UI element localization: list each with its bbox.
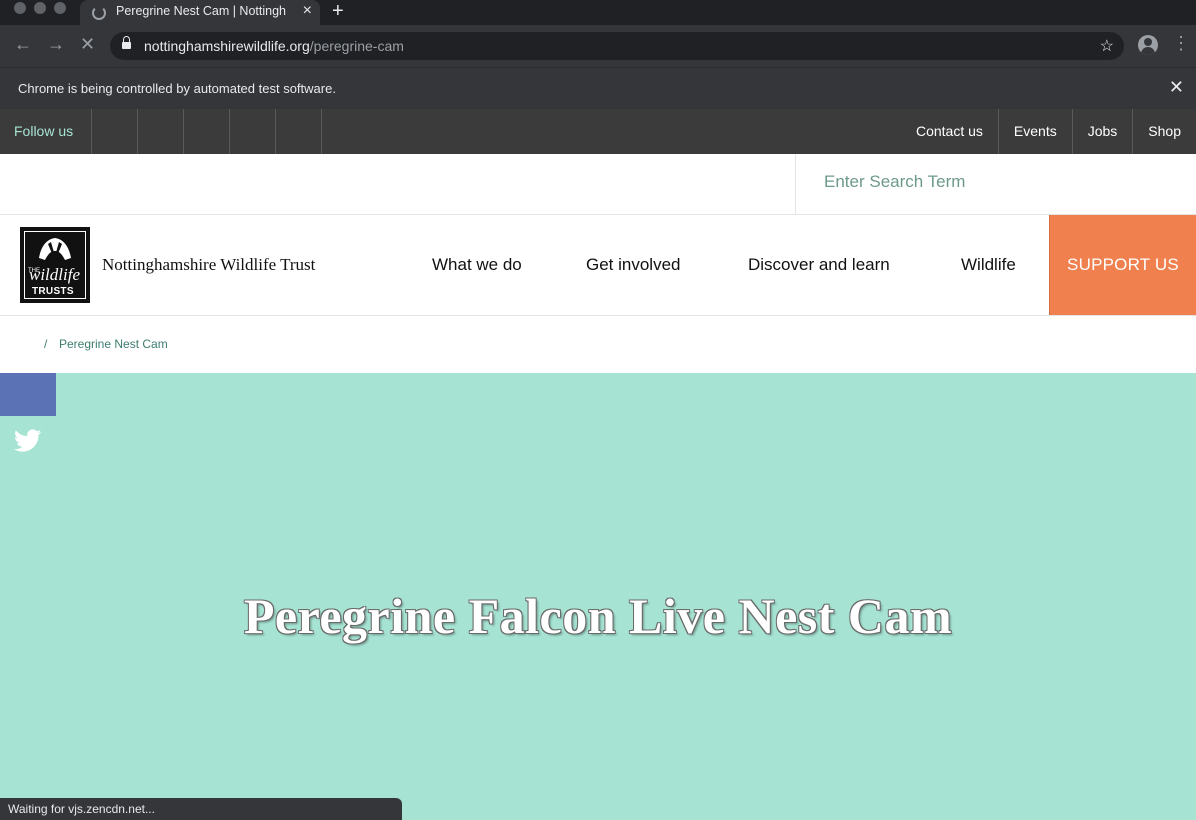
- search-box: [795, 154, 1196, 214]
- badger-icon: [39, 238, 71, 260]
- support-us-button[interactable]: SUPPORT US: [1049, 215, 1196, 315]
- tab-close-icon[interactable]: ×: [303, 2, 312, 20]
- minimize-window-button[interactable]: [34, 2, 46, 14]
- star-icon[interactable]: ☆: [1100, 36, 1114, 56]
- page-title: Peregrine Falcon Live Nest Cam: [243, 588, 953, 644]
- facebook-share-button[interactable]: [0, 373, 56, 416]
- browser-tab[interactable]: Peregrine Nest Cam | Nottingh ×: [80, 0, 320, 25]
- social-link[interactable]: [230, 109, 276, 154]
- automation-infobar: Chrome is being controlled by automated …: [0, 67, 1196, 109]
- loading-spinner-icon: [92, 6, 106, 20]
- top-links: Contact us Events Jobs Shop: [901, 109, 1196, 154]
- breadcrumb-separator: /: [44, 337, 48, 351]
- site-topbar: Follow us Contact us Events Jobs Shop: [0, 109, 1196, 154]
- new-tab-icon[interactable]: +: [332, 0, 344, 23]
- url-path: /peregrine-cam: [309, 38, 404, 54]
- social-link[interactable]: [92, 109, 138, 154]
- nav-discover-and-learn[interactable]: Discover and learn: [748, 255, 890, 275]
- close-icon[interactable]: ✕: [1169, 77, 1184, 98]
- org-name[interactable]: Nottinghamshire Wildlife Trust: [102, 255, 315, 275]
- shop-link[interactable]: Shop: [1132, 109, 1196, 154]
- browser-tab-strip: Peregrine Nest Cam | Nottingh × +: [0, 0, 1196, 25]
- url-domain: nottinghamshirewildlife.org: [144, 38, 310, 54]
- logo-text-trusts: TRUSTS: [32, 286, 74, 297]
- tab-title: Peregrine Nest Cam | Nottingh: [116, 4, 286, 18]
- profile-icon[interactable]: [1138, 35, 1158, 55]
- nav-what-we-do[interactable]: What we do: [432, 255, 522, 275]
- forward-icon[interactable]: →: [47, 34, 65, 55]
- social-link[interactable]: [138, 109, 184, 154]
- status-text: Waiting for vjs.zencdn.net...: [8, 802, 155, 816]
- hero-banner: Peregrine Falcon Live Nest Cam: [0, 373, 1196, 820]
- back-icon[interactable]: ←: [14, 34, 32, 55]
- jobs-link[interactable]: Jobs: [1071, 109, 1133, 154]
- contact-us-link[interactable]: Contact us: [901, 109, 998, 154]
- social-link[interactable]: [184, 109, 230, 154]
- menu-icon[interactable]: ⋮: [1172, 34, 1190, 52]
- stop-icon[interactable]: ✕: [80, 34, 95, 55]
- address-bar[interactable]: nottinghamshirewildlife.org/peregrine-ca…: [110, 32, 1124, 60]
- logo-text-wildlife: wildlife: [29, 265, 80, 284]
- social-link[interactable]: [276, 109, 322, 154]
- search-row: [0, 154, 1196, 215]
- url-text: nottinghamshirewildlife.org/peregrine-ca…: [144, 38, 404, 54]
- close-window-button[interactable]: [14, 2, 26, 14]
- events-link[interactable]: Events: [997, 109, 1072, 154]
- follow-us-label: Follow us: [0, 109, 92, 154]
- search-input[interactable]: [824, 172, 1164, 192]
- zoom-window-button[interactable]: [54, 2, 66, 14]
- infobar-message: Chrome is being controlled by automated …: [18, 81, 336, 96]
- lock-icon[interactable]: [122, 36, 131, 51]
- nav-get-involved[interactable]: Get involved: [586, 255, 681, 275]
- main-nav: THE wildlife TRUSTS Nottinghamshire Wild…: [0, 215, 1196, 316]
- breadcrumb: / Peregrine Nest Cam: [0, 316, 1196, 373]
- twitter-icon[interactable]: [14, 429, 42, 453]
- breadcrumb-current[interactable]: Peregrine Nest Cam: [59, 337, 168, 351]
- browser-toolbar: ← → ✕ nottinghamshirewildlife.org/peregr…: [0, 25, 1196, 67]
- browser-status-bubble: Waiting for vjs.zencdn.net...: [0, 798, 402, 820]
- nav-wildlife[interactable]: Wildlife: [961, 255, 1016, 275]
- wildlife-trusts-logo[interactable]: THE wildlife TRUSTS: [20, 227, 90, 303]
